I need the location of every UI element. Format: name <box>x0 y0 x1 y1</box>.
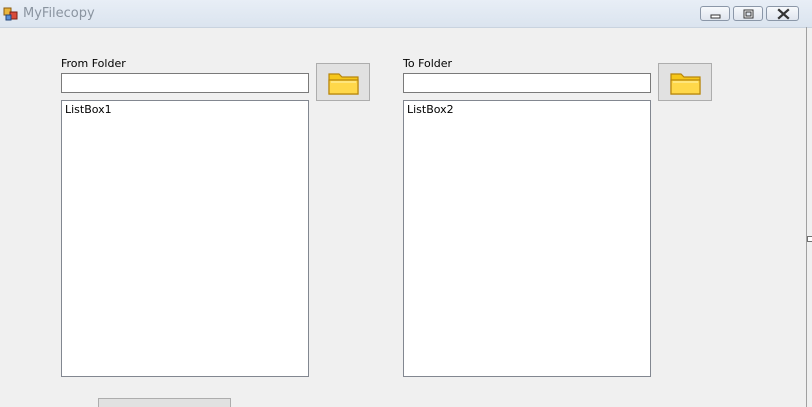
folder-icon <box>670 73 701 95</box>
window-title: MyFilecopy <box>23 6 95 21</box>
to-folder-label: To Folder <box>403 57 453 70</box>
restore-button[interactable] <box>733 6 763 21</box>
from-folder-browse-button[interactable] <box>316 63 370 101</box>
window-border <box>806 27 807 407</box>
minimize-icon <box>710 14 721 19</box>
list-item[interactable]: ListBox2 <box>407 103 454 116</box>
to-folder-input[interactable] <box>403 73 651 93</box>
to-folder-listbox[interactable]: ListBox2 <box>403 100 651 377</box>
close-button[interactable] <box>766 6 799 21</box>
from-folder-label: From Folder <box>61 57 126 70</box>
copy-button[interactable] <box>98 398 231 407</box>
from-folder-input[interactable] <box>61 73 309 93</box>
title-bar[interactable]: MyFilecopy <box>0 0 812 28</box>
app-window: MyFilecopy From Folder ListBox1 To Folde… <box>0 0 812 407</box>
folder-icon <box>328 73 359 95</box>
resize-handle[interactable] <box>807 236 812 242</box>
from-folder-listbox[interactable]: ListBox1 <box>61 100 309 377</box>
list-item[interactable]: ListBox1 <box>65 103 112 116</box>
to-folder-browse-button[interactable] <box>658 63 712 101</box>
restore-icon <box>743 9 754 19</box>
close-icon <box>777 8 790 20</box>
minimize-button[interactable] <box>700 6 730 21</box>
app-icon <box>3 7 18 21</box>
